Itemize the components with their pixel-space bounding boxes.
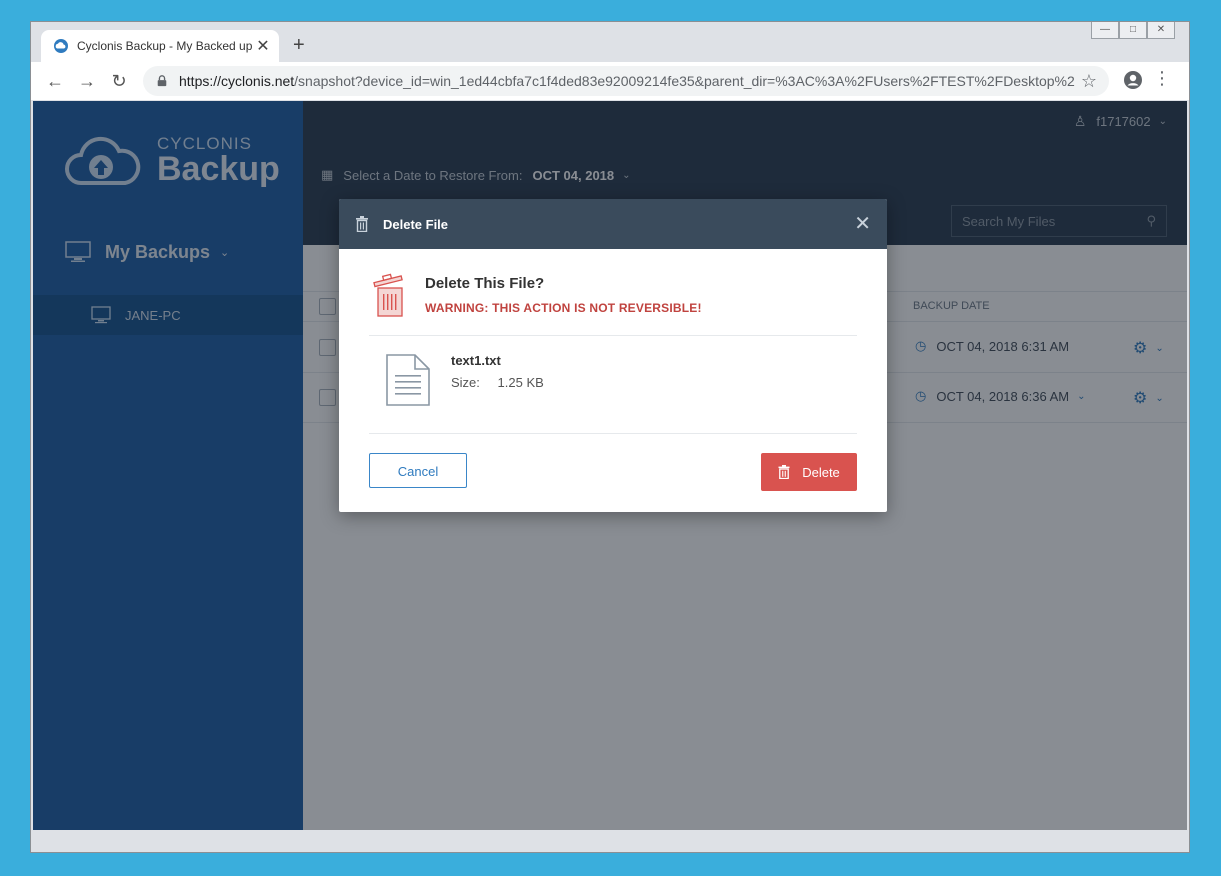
delete-file-dialog: Delete File ✕ Delete This File? WARNING: bbox=[339, 199, 887, 512]
confirm-question: Delete This File? bbox=[425, 275, 545, 292]
minimize-button[interactable]: — bbox=[1091, 22, 1119, 39]
size-label: Size: bbox=[451, 375, 480, 390]
dialog-header: Delete File ✕ bbox=[339, 199, 887, 249]
delete-button[interactable]: Delete bbox=[761, 453, 857, 491]
tab-close-icon[interactable]: ✕ bbox=[255, 36, 271, 56]
cancel-button[interactable]: Cancel bbox=[369, 453, 467, 488]
trash-icon bbox=[778, 465, 790, 479]
file-details: text1.txt Size: 1.25 KB bbox=[369, 337, 857, 434]
size-value: 1.25 KB bbox=[497, 375, 544, 390]
text-file-icon bbox=[386, 354, 430, 406]
browser-window: — □ ✕ Cyclonis Backup - My Backed up ✕ +… bbox=[30, 21, 1190, 853]
close-icon[interactable]: ✕ bbox=[854, 214, 871, 234]
file-size: Size: 1.25 KB bbox=[451, 375, 544, 390]
window-bottom-bar bbox=[31, 830, 1189, 852]
delete-label: Delete bbox=[802, 464, 840, 480]
address-bar[interactable]: https://cyclonis.net/snapshot?device_id=… bbox=[143, 66, 1109, 96]
url-path: /snapshot?device_id=win_1ed44cbfa7c1f4de… bbox=[294, 73, 1075, 89]
app-viewport: CYCLONIS Backup My Backups ⌄ bbox=[33, 101, 1187, 830]
browser-menu-icon[interactable]: ⋮ bbox=[1153, 68, 1171, 89]
url-host: https://cyclonis.net bbox=[179, 73, 295, 89]
confirm-section: Delete This File? WARNING: THIS ACTION I… bbox=[369, 273, 857, 336]
url-text: https://cyclonis.net/snapshot?device_id=… bbox=[179, 73, 1075, 89]
tab-title: Cyclonis Backup - My Backed up bbox=[77, 39, 253, 53]
forward-icon[interactable]: → bbox=[71, 71, 103, 92]
account-icon[interactable] bbox=[1123, 70, 1143, 90]
browser-toolbar: ← → ↻ https://cyclonis.net/snapshot?devi… bbox=[31, 62, 1189, 100]
bookmark-star-icon[interactable]: ☆ bbox=[1081, 71, 1097, 92]
trash-warning-icon bbox=[373, 273, 403, 317]
window-controls: — □ ✕ bbox=[1091, 22, 1175, 39]
reload-icon[interactable]: ↻ bbox=[103, 71, 135, 92]
close-window-button[interactable]: ✕ bbox=[1147, 22, 1175, 39]
maximize-button[interactable]: □ bbox=[1119, 22, 1147, 39]
cloud-favicon-icon bbox=[54, 39, 68, 53]
back-icon[interactable]: ← bbox=[39, 71, 71, 92]
file-name: text1.txt bbox=[451, 353, 501, 368]
lock-icon bbox=[157, 75, 167, 87]
trash-icon bbox=[356, 216, 368, 232]
new-tab-button[interactable]: + bbox=[293, 34, 305, 57]
dialog-title: Delete File bbox=[383, 216, 449, 232]
browser-tab[interactable]: Cyclonis Backup - My Backed up ✕ bbox=[41, 30, 279, 62]
irreversible-warning: WARNING: THIS ACTION IS NOT REVERSIBLE! bbox=[425, 301, 702, 315]
